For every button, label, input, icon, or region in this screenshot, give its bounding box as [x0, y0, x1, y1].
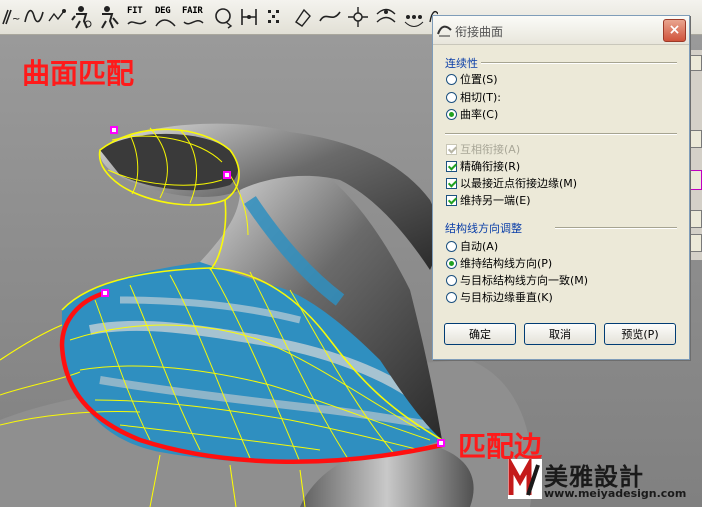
checkbox[interactable] — [446, 161, 457, 172]
deg-label[interactable]: DEG — [155, 6, 171, 16]
right-panel-edge — [689, 50, 702, 260]
rebuild-curve-icon[interactable]: ~ — [0, 4, 24, 30]
radio-curvature[interactable]: 曲率(C) — [446, 107, 498, 123]
blend-icon[interactable] — [374, 4, 398, 30]
curve-icon[interactable] — [318, 4, 342, 30]
divider — [445, 133, 677, 135]
radio-tangency[interactable]: 相切(T): — [446, 90, 501, 106]
check-preserve-other-end[interactable]: 维持另一端(E) — [446, 193, 531, 209]
person-icon[interactable] — [70, 4, 94, 30]
radio-keep-isoline[interactable]: 维持结构线方向(P) — [446, 256, 552, 272]
preview-button[interactable]: 预览(P) — [604, 323, 676, 345]
radio-circle[interactable] — [446, 92, 457, 103]
divider — [481, 62, 677, 64]
watermark-logo: 美雅設計 www.meiyadesign.com — [508, 455, 696, 503]
check-closest-point[interactable]: 以最接近点衔接边缘(M) — [446, 176, 577, 192]
insert-knot-icon[interactable] — [238, 4, 262, 30]
node-icon[interactable] — [346, 4, 370, 30]
logo-url: www.meiyadesign.com — [544, 487, 687, 500]
curve-pencil-icon[interactable] — [292, 4, 316, 30]
check-mutual-match: 互相衔接(A) — [446, 142, 520, 158]
rotate-icon[interactable] — [212, 4, 236, 30]
surface-match-annotation: 曲面匹配 — [22, 57, 135, 90]
radio-match-target-isoline[interactable]: 与目标结构线方向一致(M) — [446, 273, 588, 289]
radio-circle[interactable] — [446, 275, 457, 286]
radio-circle[interactable] — [446, 241, 457, 252]
isoline-header: 结构线方向调整 — [445, 222, 522, 235]
logo-emblem-icon — [508, 455, 542, 499]
adjust-icon[interactable] — [46, 4, 70, 30]
fit-icon — [126, 16, 150, 30]
checkbox — [446, 144, 457, 155]
degree-icon — [154, 16, 178, 30]
svg-text:~: ~ — [12, 14, 20, 25]
match-surface-dialog: 衔接曲面 × 连续性 位置(S) 相切(T): 曲率(C) 互相衔接(A) 精确… — [432, 15, 690, 360]
divider — [555, 227, 677, 229]
dialog-titlebar[interactable]: 衔接曲面 × — [433, 16, 689, 45]
fit-label[interactable]: FIT — [127, 6, 143, 16]
radio-circle[interactable] — [446, 292, 457, 303]
radio-perpendicular-edge[interactable]: 与目标边缘垂直(K) — [446, 290, 553, 306]
fair-label[interactable]: FAIR — [182, 6, 203, 16]
continuity-header: 连续性 — [445, 57, 478, 70]
control-points-icon[interactable] — [264, 4, 288, 30]
radio-circle[interactable] — [446, 258, 457, 269]
checkbox[interactable] — [446, 195, 457, 206]
ok-button[interactable]: 确定 — [444, 323, 516, 345]
curve-edit-icon[interactable] — [22, 4, 46, 30]
radio-position[interactable]: 位置(S) — [446, 72, 498, 88]
dots-icon[interactable] — [402, 4, 426, 30]
close-button[interactable]: × — [663, 19, 686, 42]
cancel-button[interactable]: 取消 — [524, 323, 596, 345]
radio-circle[interactable] — [446, 109, 457, 120]
person-edit-icon[interactable] — [96, 4, 120, 30]
check-precise-match[interactable]: 精确衔接(R) — [446, 159, 520, 175]
radio-auto[interactable]: 自动(A) — [446, 239, 498, 255]
radio-circle[interactable] — [446, 74, 457, 85]
dialog-title: 衔接曲面 — [455, 25, 504, 39]
fair-icon — [182, 16, 206, 30]
match-surface-icon — [437, 22, 452, 37]
checkbox[interactable] — [446, 178, 457, 189]
